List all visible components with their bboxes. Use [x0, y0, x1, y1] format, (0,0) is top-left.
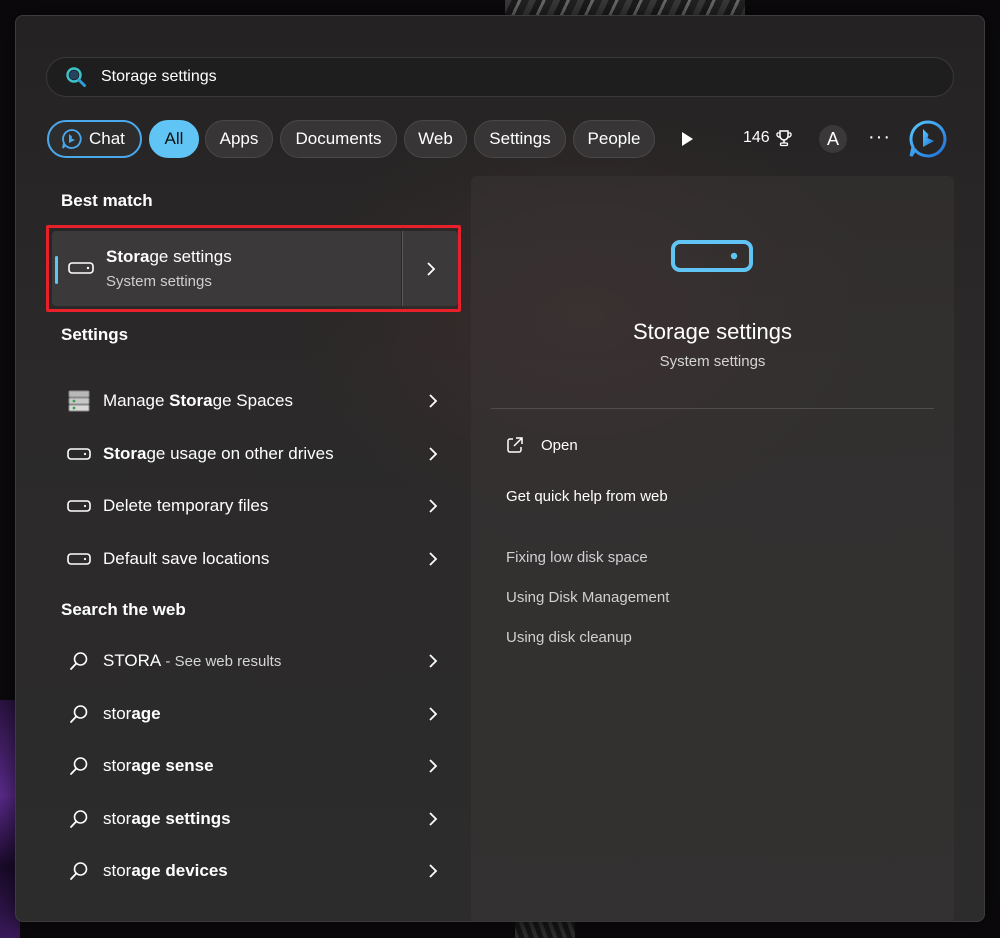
best-match-title: Storage settings: [106, 247, 232, 266]
drive-icon: [68, 262, 94, 274]
chevron-right-icon: [426, 261, 435, 276]
web-result-storage-devices[interactable]: storage devices: [46, 847, 461, 895]
more-options-button[interactable]: ···: [868, 126, 891, 149]
selection-accent: [55, 256, 58, 284]
chevron-right-icon: [429, 759, 438, 773]
drive-icon: [65, 500, 93, 512]
preview-title: Storage settings: [633, 319, 792, 344]
settings-item-label: Manage Storage Spaces: [103, 391, 293, 410]
settings-heading: Settings: [61, 325, 129, 344]
open-action[interactable]: Open: [506, 436, 578, 454]
filter-settings[interactable]: Settings: [474, 120, 566, 158]
settings-item-label: Delete temporary files: [103, 496, 269, 515]
search-icon: [65, 651, 93, 671]
preview-divider: [491, 408, 934, 409]
chevron-right-icon: [429, 864, 438, 878]
search-icon: [65, 809, 93, 829]
search-icon: [65, 861, 93, 881]
chevron-right-icon: [429, 654, 438, 668]
best-match-expand-button[interactable]: [402, 231, 458, 306]
play-more-filters-icon[interactable]: [678, 130, 696, 148]
search-icon: [65, 704, 93, 724]
search-box[interactable]: Storage settings: [46, 57, 954, 97]
rewards-points[interactable]: 146: [743, 129, 793, 147]
open-action-label: Open: [541, 436, 578, 454]
best-match-main[interactable]: Storage settings System settings: [52, 231, 401, 306]
preview-pane: Storage settings System settings Open Ge…: [471, 176, 954, 922]
search-icon: [65, 756, 93, 776]
filter-people[interactable]: People: [573, 120, 655, 158]
drive-icon: [671, 240, 753, 272]
filter-web[interactable]: Web: [404, 120, 467, 158]
web-result-label: storage sense: [103, 756, 214, 775]
web-result-storage-settings[interactable]: storage settings: [46, 795, 461, 843]
preview-subtitle: System settings: [659, 353, 766, 370]
filter-documents[interactable]: Documents: [280, 120, 397, 158]
search-input[interactable]: Storage settings: [101, 67, 217, 87]
settings-item-manage-storage-spaces[interactable]: Manage Storage Spaces: [46, 377, 461, 425]
start-search-panel: Storage settings Chat All Apps Documents…: [15, 15, 985, 922]
filter-apps[interactable]: Apps: [205, 120, 273, 158]
web-result-label: storage devices: [103, 861, 228, 880]
chevron-right-icon: [429, 447, 438, 461]
chat-chip-label: Chat: [89, 129, 125, 148]
web-result-label: storage settings: [103, 809, 231, 828]
settings-item-default-save-locations[interactable]: Default save locations: [46, 535, 461, 583]
chevron-right-icon: [429, 812, 438, 826]
best-match-subtitle: System settings: [106, 273, 212, 290]
search-web-heading: Search the web: [61, 600, 186, 619]
chevron-right-icon: [429, 394, 438, 408]
chevron-right-icon: [429, 499, 438, 513]
chevron-right-icon: [429, 707, 438, 721]
help-link-low-disk-space[interactable]: Fixing low disk space: [506, 549, 648, 566]
help-link-disk-management[interactable]: Using Disk Management: [506, 589, 669, 606]
web-result-label: storage: [103, 704, 161, 723]
bing-icon[interactable]: [908, 119, 948, 159]
filter-all[interactable]: All: [149, 120, 199, 158]
settings-item-storage-usage-other-drives[interactable]: Storage usage on other drives: [46, 430, 461, 478]
storage-spaces-icon: [65, 389, 93, 413]
settings-item-delete-temporary-files[interactable]: Delete temporary files: [46, 482, 461, 530]
bing-chat-icon: [62, 129, 82, 149]
drive-icon: [65, 553, 93, 565]
best-match-heading: Best match: [61, 191, 153, 210]
drive-icon: [65, 448, 93, 460]
open-external-icon: [507, 437, 523, 453]
rewards-points-value: 146: [743, 129, 770, 146]
best-match-result[interactable]: Storage settings System settings: [46, 225, 461, 312]
search-icon: [66, 67, 86, 87]
web-result-storage[interactable]: storage: [46, 690, 461, 738]
chevron-right-icon: [429, 552, 438, 566]
web-result-label: STORA - See web results: [103, 651, 282, 670]
settings-item-label: Default save locations: [103, 549, 270, 568]
quick-help-heading: Get quick help from web: [506, 488, 668, 505]
trophy-icon: [776, 130, 792, 147]
web-result-storage-sense[interactable]: storage sense: [46, 742, 461, 790]
web-result-stora[interactable]: STORA - See web results: [46, 637, 461, 685]
filter-bar: Chat All Apps Documents Web Settings Peo…: [46, 118, 956, 158]
settings-item-label: Storage usage on other drives: [103, 444, 334, 463]
account-avatar[interactable]: A: [819, 125, 847, 153]
chat-chip[interactable]: Chat: [47, 120, 142, 158]
help-link-disk-cleanup[interactable]: Using disk cleanup: [506, 629, 632, 646]
